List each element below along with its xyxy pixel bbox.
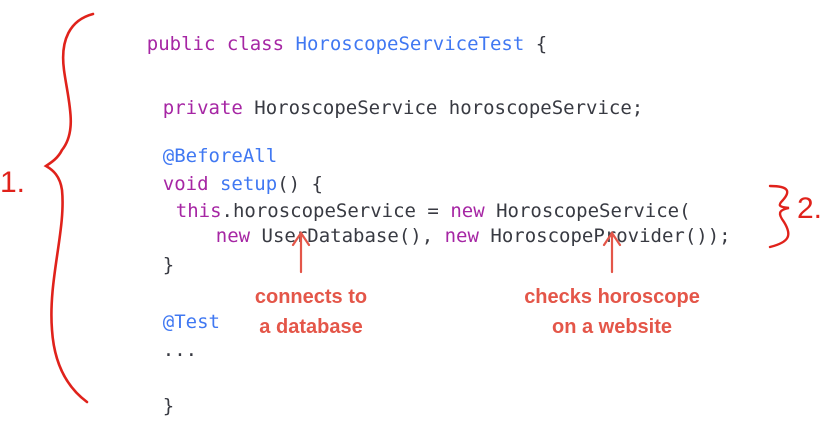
arrow-up-icon bbox=[602, 231, 622, 274]
arrow-up-icon bbox=[291, 231, 311, 274]
handdrawn-overlay bbox=[43, 12, 790, 404]
curly-brace-large bbox=[43, 12, 95, 404]
curly-brace-small bbox=[768, 184, 790, 249]
marker-2: 2. bbox=[797, 192, 823, 225]
marker-1: 1. bbox=[0, 166, 26, 199]
